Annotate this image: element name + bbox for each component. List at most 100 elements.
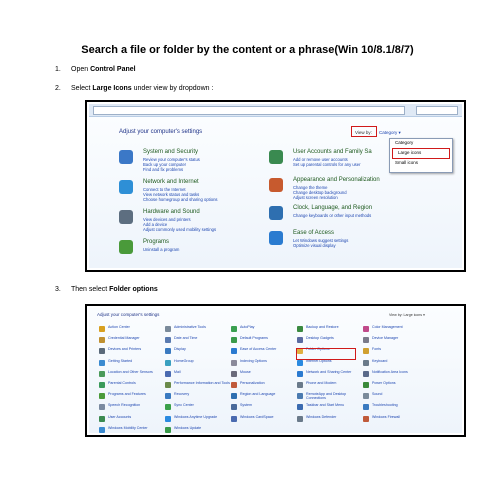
step-number: 2. — [55, 85, 61, 92]
control-panel-item[interactable]: Network and Sharing Center — [297, 370, 363, 380]
panel-heading: Adjust your computer's settings — [97, 312, 160, 317]
control-panel-item[interactable]: System — [231, 403, 297, 413]
control-panel-item[interactable]: Internet Options — [297, 359, 363, 369]
control-panel-item[interactable]: Backup and Restore — [297, 325, 363, 335]
control-panel-item-label: Taskbar and Start Menu — [306, 403, 345, 408]
control-panel-item[interactable]: Display — [165, 347, 231, 357]
dropdown-option-small-icons[interactable]: Small icons — [390, 159, 452, 168]
control-panel-item[interactable]: Speech Recognition — [99, 403, 165, 413]
control-panel-item-label: Default Programs — [240, 336, 268, 341]
control-panel-item[interactable]: Getting Started — [99, 359, 165, 369]
category-title[interactable]: Programs — [143, 239, 169, 245]
control-panel-item[interactable]: Region and Language — [231, 392, 297, 402]
control-panel-item[interactable]: Fonts — [363, 347, 429, 357]
control-panel-item[interactable]: Personalization — [231, 381, 297, 391]
category-title[interactable]: User Accounts and Family Sa — [293, 149, 372, 155]
control-panel-item[interactable]: Taskbar and Start Menu — [297, 403, 363, 413]
control-panel-item[interactable]: Administrative Tools — [165, 325, 231, 335]
control-panel-item[interactable]: Color Management — [363, 325, 429, 335]
category-link[interactable]: Choose homegroup and sharing options — [143, 197, 218, 202]
category-link[interactable]: Set up parental controls for any user — [293, 162, 361, 167]
control-panel-item-icon — [297, 359, 303, 366]
control-panel-item[interactable]: Mouse — [231, 370, 297, 380]
control-panel-item[interactable]: Performance Information and Tools — [165, 381, 231, 391]
control-panel-item-label: Sync Center — [174, 403, 194, 408]
control-panel-body: Adjust your computer's settings View by:… — [89, 117, 462, 268]
control-panel-item[interactable]: Troubleshooting — [363, 403, 429, 413]
category-link[interactable]: Change keyboards or other input methods — [293, 213, 371, 218]
control-panel-item-icon — [363, 326, 369, 332]
control-panel-item[interactable]: Keyboard — [363, 359, 429, 369]
control-panel-item-icon — [363, 415, 369, 422]
control-panel-item[interactable]: Recovery — [165, 392, 231, 402]
control-panel-item-label: System — [240, 403, 252, 408]
control-panel-item[interactable]: Indexing Options — [231, 359, 297, 369]
control-panel-item[interactable]: Credential Manager — [99, 336, 165, 346]
control-panel-item[interactable]: RemoteApp and Desktop Connections — [297, 392, 363, 402]
control-panel-item-icon — [99, 370, 105, 377]
category-title[interactable]: Appearance and Personalization — [293, 177, 380, 183]
control-panel-item[interactable]: Desktop Gadgets — [297, 336, 363, 346]
category-link[interactable]: Adjust screen resolution — [293, 195, 338, 200]
control-panel-item[interactable]: Sound — [363, 392, 429, 402]
control-panel-item[interactable]: Programs and Features — [99, 392, 165, 402]
control-panel-item-label: Desktop Gadgets — [306, 336, 334, 341]
control-panel-item[interactable]: AutoPlay — [231, 325, 297, 335]
control-panel-item-label: Getting Started — [108, 358, 133, 363]
control-panel-item-label: Ease of Access Center — [240, 347, 277, 352]
control-panel-item-icon — [297, 415, 303, 422]
control-panel-item[interactable]: Phone and Modem — [297, 381, 363, 391]
control-panel-item[interactable]: Action Center — [99, 325, 165, 335]
step-1: 1. Open Control Panel — [55, 66, 136, 73]
control-panel-item-icon — [165, 415, 171, 422]
control-panel-category-screenshot: Adjust your computer's settings View by:… — [85, 100, 466, 272]
category-title[interactable]: Ease of Access — [293, 230, 334, 236]
view-by-dropdown[interactable]: View by: Large icons ▾ — [389, 313, 425, 317]
control-panel-item[interactable]: Mail — [165, 370, 231, 380]
control-panel-item[interactable]: Device Manager — [363, 336, 429, 346]
control-panel-item-label: Windows CardSpace — [240, 414, 274, 419]
category-link[interactable]: Adjust commonly used mobility settings — [143, 227, 216, 232]
control-panel-item[interactable]: Parental Controls — [99, 381, 165, 391]
control-panel-item[interactable]: Windows CardSpace — [231, 415, 297, 425]
category-title[interactable]: Clock, Language, and Region — [293, 205, 372, 211]
category-link[interactable]: Uninstall a program — [143, 247, 179, 252]
search-box[interactable] — [416, 106, 458, 115]
control-panel-item-icon — [297, 337, 303, 344]
control-panel-item[interactable]: Power Options — [363, 381, 429, 391]
control-panel-item[interactable]: Default Programs — [231, 336, 297, 346]
category-title[interactable]: System and Security — [143, 149, 198, 155]
control-panel-item-label: Mouse — [240, 369, 251, 374]
view-by-dropdown[interactable]: Category ▾ — [379, 130, 401, 136]
category-title[interactable]: Hardware and Sound — [143, 209, 200, 215]
category-link[interactable]: Find and fix problems — [143, 167, 183, 172]
control-panel-item[interactable]: Ease of Access Center — [231, 347, 297, 357]
explorer-toolbar — [89, 104, 462, 117]
dropdown-option-category[interactable]: Category — [390, 139, 452, 148]
control-panel-item[interactable]: HomeGroup — [165, 359, 231, 369]
folder-options-highlight-box — [296, 348, 356, 360]
step-text-tail: under view by dropdown : — [131, 85, 214, 92]
control-panel-item[interactable]: Windows Mobility Center — [99, 426, 165, 435]
control-panel-item[interactable]: Windows Update — [165, 426, 231, 435]
control-panel-item-label: Fonts — [372, 347, 381, 352]
control-panel-item[interactable]: Windows Firewall — [363, 415, 429, 425]
dropdown-option-large-icons[interactable]: Large icons — [392, 148, 450, 159]
control-panel-item[interactable]: Sync Center — [165, 403, 231, 413]
control-panel-item[interactable]: Notification Area Icons — [363, 370, 429, 380]
control-panel-item[interactable]: User Accounts — [99, 415, 165, 425]
control-panel-item[interactable]: Windows Defender — [297, 415, 363, 425]
control-panel-item-icon — [165, 404, 171, 411]
address-bar[interactable] — [93, 106, 405, 115]
category-title[interactable]: Network and Internet — [143, 179, 199, 185]
control-panel-item-icon — [363, 370, 369, 377]
control-panel-item[interactable]: Devices and Printers — [99, 347, 165, 357]
category-link[interactable]: Optimize visual display — [293, 243, 336, 248]
control-panel-item-icon — [231, 348, 237, 355]
control-panel-item-icon — [99, 393, 105, 400]
control-panel-item[interactable]: Location and Other Sensors — [99, 370, 165, 380]
control-panel-item[interactable]: Date and Time — [165, 336, 231, 346]
control-panel-item[interactable]: Windows Anytime Upgrade — [165, 415, 231, 425]
category-icon — [119, 210, 133, 224]
control-panel-item-label: Credential Manager — [108, 336, 140, 341]
